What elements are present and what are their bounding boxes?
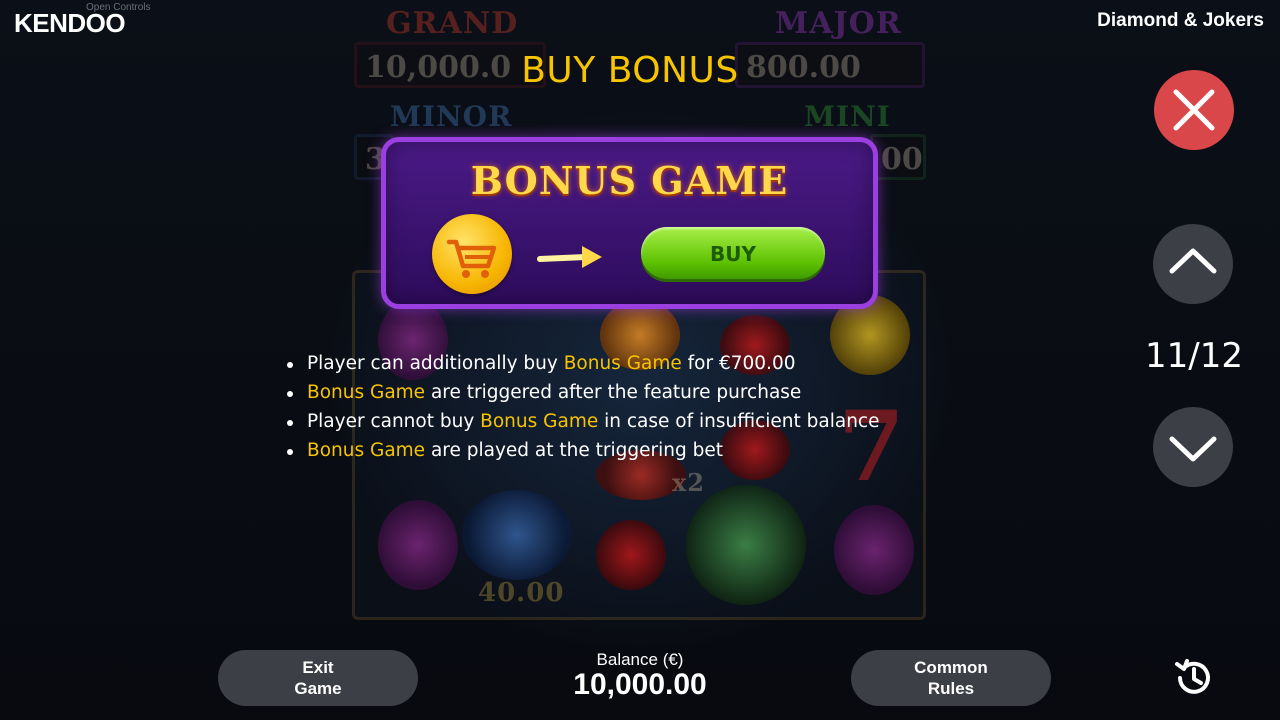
chevron-down-icon	[1169, 436, 1217, 462]
rule-item: Player cannot buy Bonus Game in case of …	[286, 408, 879, 437]
close-icon	[1173, 89, 1215, 131]
grape-symbol-3	[834, 505, 914, 595]
previous-page-button[interactable]	[1153, 224, 1233, 304]
next-page-button[interactable]	[1153, 407, 1233, 487]
jackpot-major-label: MAJOR	[775, 6, 902, 41]
exit-game-button[interactable]: Exit Game	[218, 650, 418, 706]
multiplier-label: x2	[672, 468, 706, 497]
buy-button[interactable]: BUY	[641, 227, 825, 279]
history-icon	[1175, 659, 1210, 694]
game-title: Diamond & Jokers	[1097, 10, 1264, 31]
arrow-right-icon	[536, 242, 606, 276]
rules-list: Player can additionally buy Bonus Game f…	[286, 350, 879, 466]
rule-item: Bonus Game are played at the triggering …	[286, 437, 879, 466]
close-button[interactable]	[1154, 70, 1234, 150]
cart-icon	[432, 214, 512, 294]
jackpot-mini-value: 00	[870, 134, 926, 180]
grape-symbol-2	[378, 500, 458, 590]
bonus-game-title: BONUS GAME	[470, 158, 789, 203]
common-rules-button[interactable]: Common Rules	[851, 650, 1051, 706]
rule-item: Bonus Game are triggered after the featu…	[286, 379, 879, 408]
joker-face-symbol	[686, 485, 806, 605]
bonus-game-panel: BONUS GAME BUY	[381, 137, 878, 309]
balance-label: Balance (€)	[596, 650, 684, 669]
cherry-symbol-3	[596, 520, 666, 590]
reel-value-label: 40.00	[478, 578, 565, 608]
balance-value: 10,000.00	[573, 668, 707, 701]
diamond-symbol	[462, 490, 572, 580]
rule-item: Player can additionally buy Bonus Game f…	[286, 350, 879, 379]
open-controls-link[interactable]: Open Controls	[86, 2, 150, 13]
chevron-up-icon	[1169, 248, 1217, 274]
jackpot-grand-label: GRAND	[386, 6, 519, 41]
page-indicator: 11/12	[1145, 336, 1243, 376]
jackpot-minor-label: MINOR	[390, 100, 513, 133]
jackpot-mini-label: MINI	[804, 100, 891, 133]
history-button[interactable]	[1172, 656, 1216, 700]
page-heading: BUY BONUS	[521, 50, 739, 91]
